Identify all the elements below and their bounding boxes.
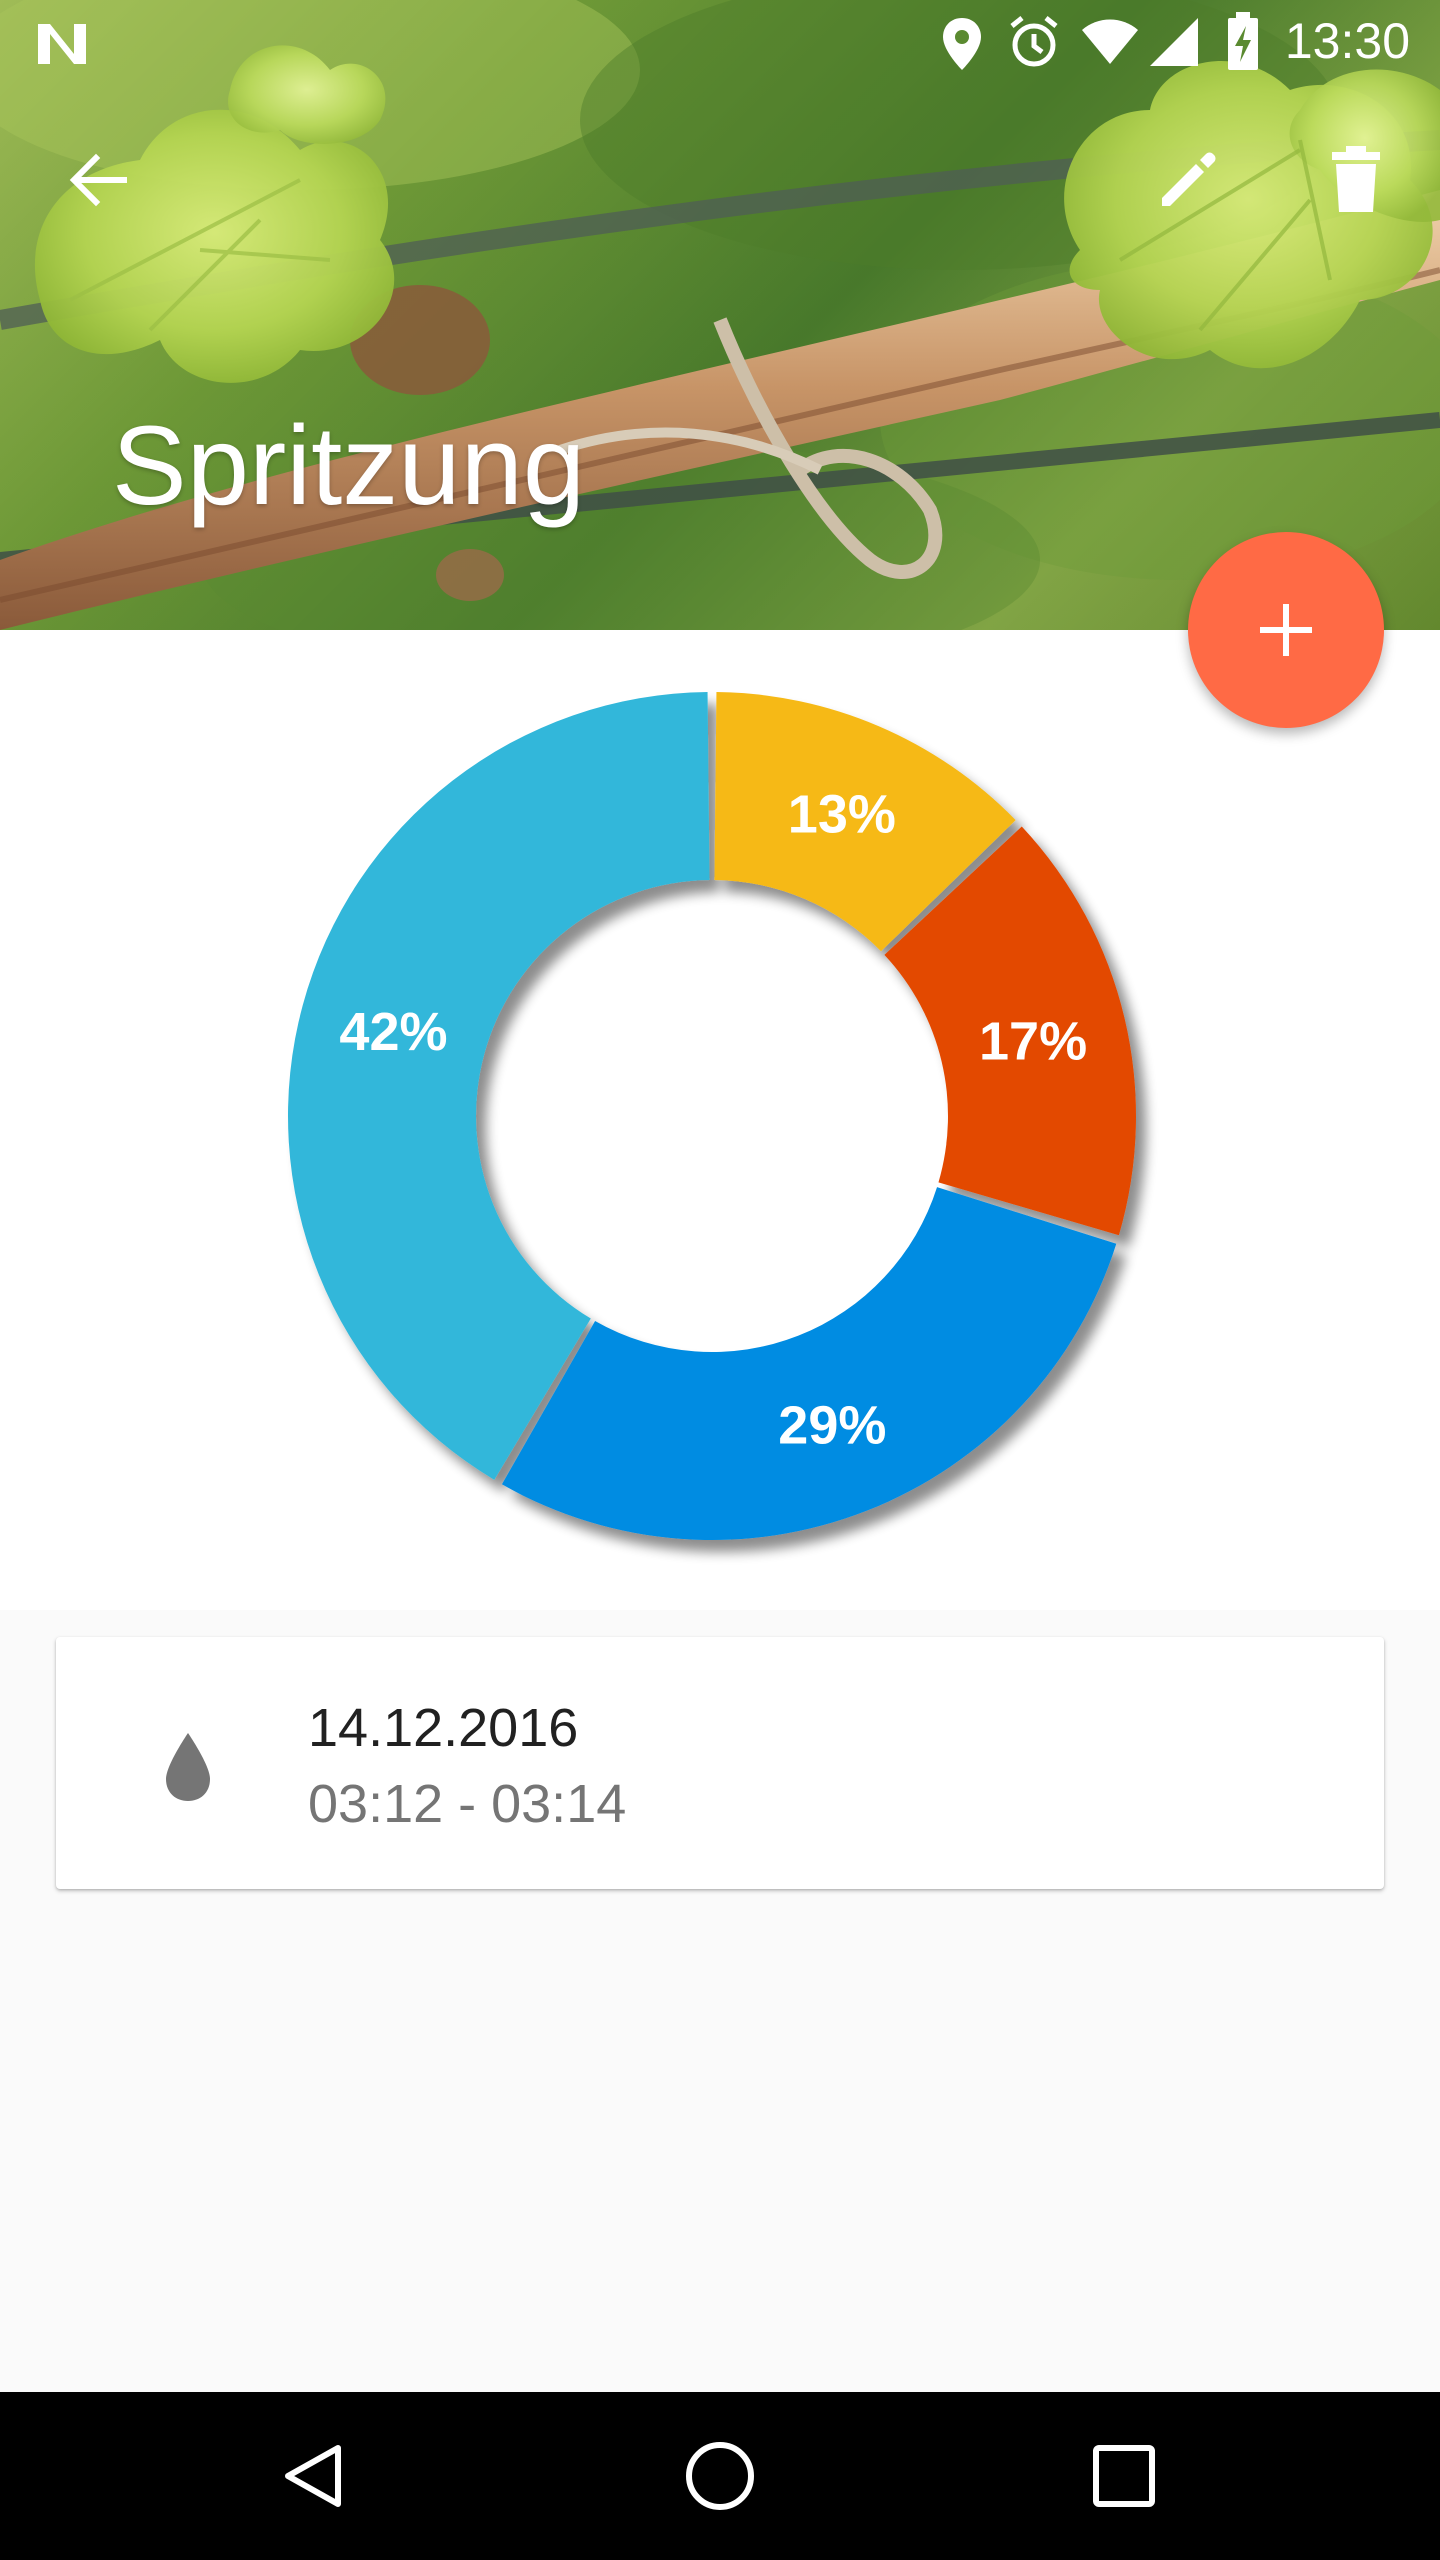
edit-button[interactable] <box>1140 132 1236 228</box>
nav-back-icon <box>285 2445 341 2507</box>
donut-label-29: 29% <box>778 1395 886 1455</box>
trash-icon <box>1332 146 1380 212</box>
donut-label-17: 17% <box>979 1012 1087 1072</box>
add-fab-button[interactable] <box>1188 532 1384 728</box>
donut-label-42: 42% <box>339 1002 447 1062</box>
back-button[interactable] <box>50 132 146 228</box>
page-title: Spritzung <box>112 403 586 528</box>
entry-time-range: 03:12 - 03:14 <box>308 1774 627 1834</box>
donut-label-13: 13% <box>788 785 896 845</box>
app-root: 13:30 Spritzung 13% 17% 29% 42% 14.12.20… <box>0 0 1440 2560</box>
nav-home-icon <box>686 2442 754 2510</box>
plus-icon <box>1260 604 1312 656</box>
header-image: 13:30 Spritzung <box>0 0 1440 630</box>
delete-button[interactable] <box>1308 132 1404 228</box>
status-time: 13:30 <box>1284 13 1410 69</box>
vine-photo <box>0 0 1440 630</box>
nav-home-button[interactable] <box>660 2416 780 2536</box>
battery-charging-icon <box>1228 12 1258 70</box>
system-nav-bar <box>0 2392 1440 2560</box>
donut-chart: 13% 17% 29% 42% <box>288 692 1136 1540</box>
pencil-icon <box>1162 152 1216 206</box>
alarm-icon <box>1010 16 1058 67</box>
entry-date: 14.12.2016 <box>308 1698 579 1758</box>
spray-entry-card[interactable]: 14.12.2016 03:12 - 03:14 <box>56 1637 1384 1889</box>
nav-recents-icon <box>1093 2445 1155 2507</box>
nav-recents-button[interactable] <box>1064 2416 1184 2536</box>
donut-slice-29 <box>501 1187 1117 1540</box>
water-drop-icon <box>166 1733 210 1801</box>
arrow-back-icon <box>69 153 127 207</box>
location-icon <box>943 18 981 70</box>
signal-icon <box>1150 18 1198 66</box>
status-bar: 13:30 <box>0 0 1440 84</box>
notification-n-icon <box>38 24 86 64</box>
nav-back-button[interactable] <box>254 2416 374 2536</box>
chart-panel: 13% 17% 29% 42% <box>0 630 1440 1610</box>
wifi-icon <box>1082 19 1138 64</box>
